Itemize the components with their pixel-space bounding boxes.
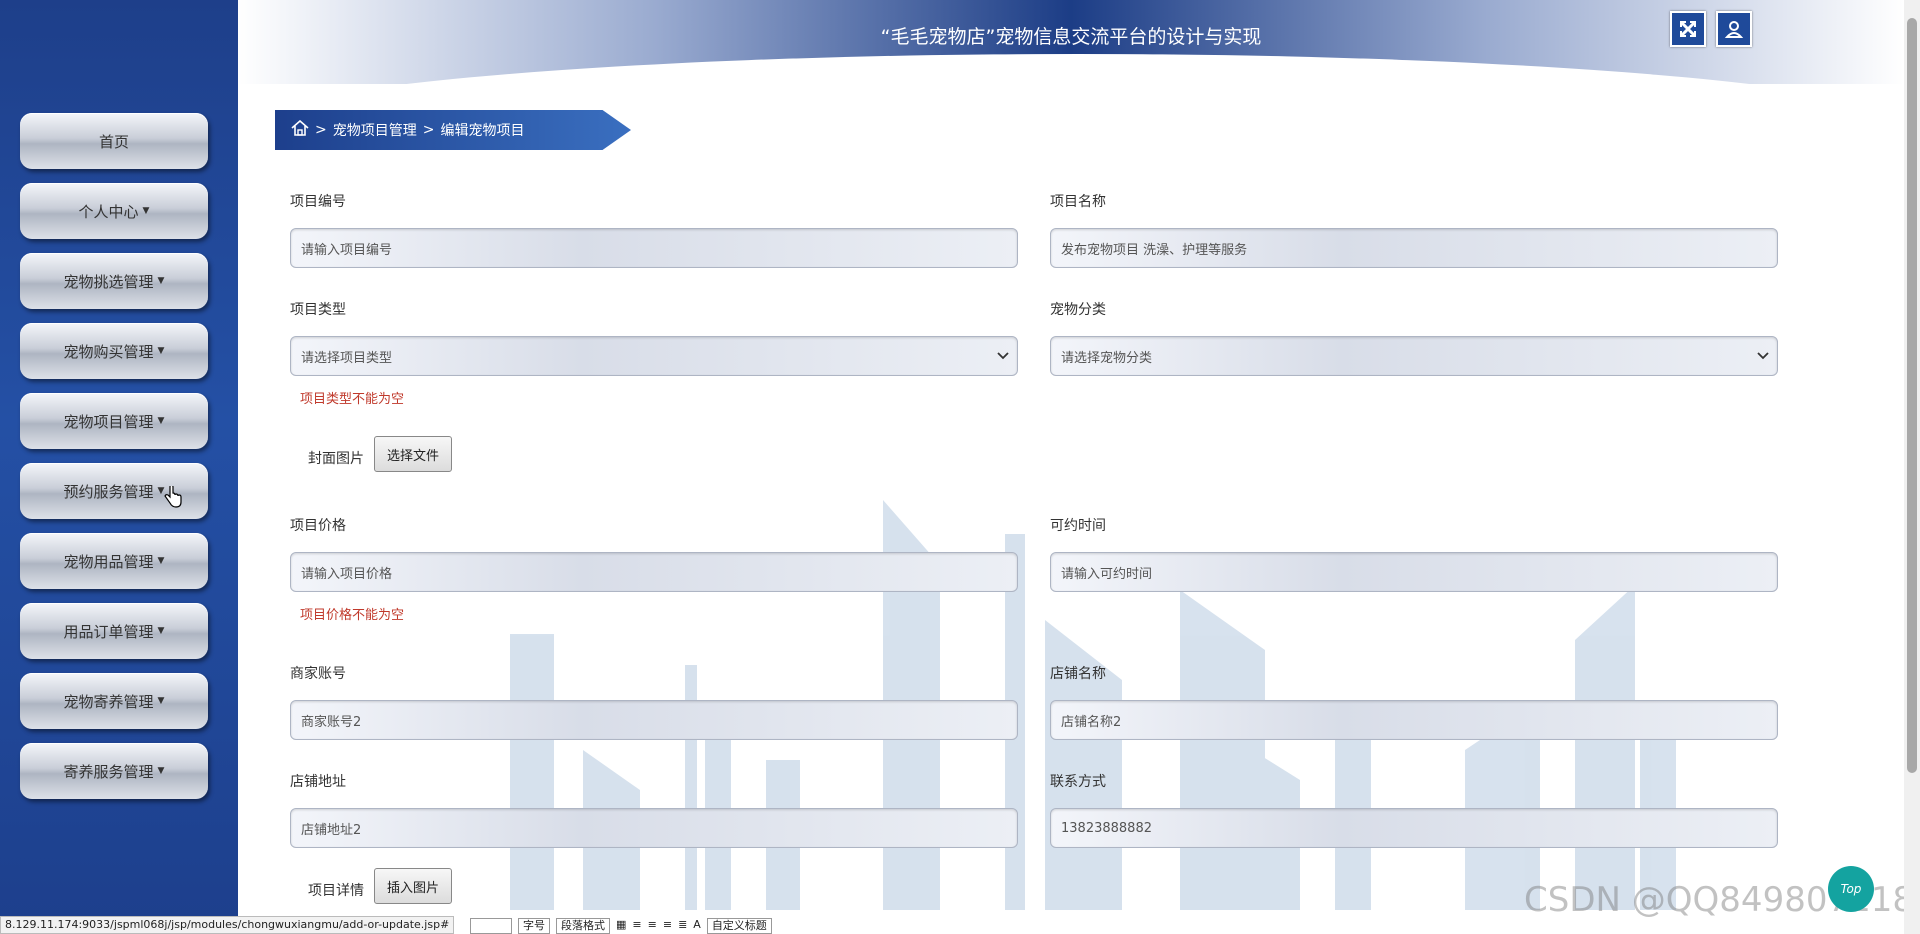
user-icon	[1724, 21, 1744, 38]
sidebar-item-home[interactable]: 首页	[20, 113, 208, 169]
align-justify-icon[interactable]: ≣	[678, 918, 687, 934]
sidebar-item-label: 用品订单管理	[63, 622, 154, 641]
status-bar-url: 8.129.11.174:9033/jspml068j/jsp/modules/…	[0, 916, 455, 934]
chevron-down-icon	[997, 352, 1009, 360]
pet-category-select[interactable]: 请选择宠物分类	[1050, 336, 1778, 376]
sidebar-item-boarding-service[interactable]: 寄养服务管理 ▼	[20, 743, 208, 799]
choose-file-button[interactable]: 选择文件	[374, 436, 453, 472]
page-title: “毛毛宠物店”宠物信息交流平台的设计与实现	[880, 26, 1262, 48]
caret-down-icon: ▼	[157, 276, 165, 286]
fullscreen-button[interactable]	[1670, 11, 1706, 47]
sidebar-item-label: 寄养服务管理	[63, 762, 154, 781]
details-label: 项目详情	[308, 883, 364, 899]
pet-category-label: 宠物分类	[1050, 302, 1106, 318]
paragraph-select[interactable]: 段落格式	[556, 918, 610, 934]
sidebar-item-label: 宠物挑选管理	[63, 272, 154, 291]
sidebar-item-pet-supplies[interactable]: 宠物用品管理 ▼	[20, 533, 208, 589]
sidebar-item-pet-purchase[interactable]: 宠物购买管理 ▼	[20, 323, 208, 379]
project-type-error: 项目类型不能为空	[300, 392, 405, 407]
breadcrumb-separator: >	[422, 122, 435, 138]
contact-label: 联系方式	[1050, 774, 1106, 790]
breadcrumb-separator: >	[315, 122, 327, 138]
sidebar-item-label: 宠物寄养管理	[63, 692, 154, 711]
sidebar-item-pet-selection[interactable]: 宠物挑选管理 ▼	[20, 253, 208, 309]
project-no-input[interactable]: 请输入项目编号	[290, 228, 1018, 268]
insert-image-button[interactable]: 插入图片	[374, 868, 453, 904]
cover-image-label: 封面图片	[308, 451, 364, 467]
breadcrumb-level2: 编辑宠物项目	[440, 123, 525, 139]
contact-value: 13823888882	[1061, 820, 1152, 836]
sidebar: 首页 个人中心 ▼ 宠物挑选管理 ▼ 宠物购买管理 ▼ 宠物项目管理 ▼ 预约服务管理 ▼…	[0, 0, 238, 934]
header: “毛毛宠物店”宠物信息交流平台的设计与实现	[238, 0, 1904, 84]
price-error: 项目价格不能为空	[300, 608, 405, 623]
scrollbar[interactable]	[1904, 0, 1920, 934]
available-time-input[interactable]: 请输入可约时间	[1050, 552, 1778, 592]
align-left-icon[interactable]: ≡	[632, 918, 641, 934]
project-type-label: 项目类型	[290, 302, 346, 318]
align-center-icon[interactable]: ≡	[648, 918, 657, 934]
project-name-value: 发布宠物项目 洗澡、护理等服务	[1061, 242, 1248, 258]
caret-down-icon: ▼	[157, 346, 165, 356]
breadcrumb-level1[interactable]: 宠物项目管理	[333, 120, 417, 140]
user-button[interactable]	[1716, 11, 1752, 47]
chevron-down-icon	[1757, 352, 1769, 360]
shop-address-label: 店铺地址	[290, 774, 346, 790]
editor-toolbar: 字号 段落格式 ▦ ≡ ≡ ≡ ≣ A 自定义标题	[470, 918, 772, 934]
sidebar-item-pet-boarding[interactable]: 宠物寄养管理 ▼	[20, 673, 208, 729]
sidebar-item-label: 宠物用品管理	[63, 552, 154, 571]
font-size-select[interactable]: 字号	[518, 918, 550, 934]
sidebar-item-label: 个人中心	[78, 202, 139, 221]
table-icon[interactable]: ▦	[616, 918, 626, 934]
available-time-label: 可约时间	[1050, 518, 1106, 534]
sidebar-item-personal-center[interactable]: 个人中心 ▼	[20, 183, 208, 239]
merchant-account-label: 商家账号	[290, 666, 346, 682]
breadcrumb: > 宠物项目管理 > 编辑宠物项目	[275, 110, 631, 150]
pet-category-value: 请选择宠物分类	[1061, 350, 1153, 366]
project-name-input[interactable]: 发布宠物项目 洗澡、护理等服务	[1050, 228, 1778, 268]
project-type-value: 请选择项目类型	[301, 350, 393, 366]
project-no-label: 项目编号	[290, 194, 346, 210]
shop-name-label: 店铺名称	[1050, 666, 1106, 682]
sidebar-item-label: 宠物购买管理	[63, 342, 154, 361]
caret-down-icon: ▼	[157, 696, 165, 706]
available-time-placeholder: 请输入可约时间	[1061, 566, 1153, 582]
caret-down-icon: ▼	[157, 416, 165, 426]
sidebar-item-supply-orders[interactable]: 用品订单管理 ▼	[20, 603, 208, 659]
fullscreen-icon	[1679, 20, 1697, 38]
sidebar-item-label: 首页	[98, 132, 129, 151]
price-placeholder: 请输入项目价格	[301, 566, 393, 582]
scrollbar-thumb[interactable]	[1907, 18, 1917, 773]
back-to-top-button[interactable]: Top	[1828, 866, 1874, 912]
sidebar-item-pet-project[interactable]: 宠物项目管理 ▼	[20, 393, 208, 449]
sidebar-item-label: 宠物项目管理	[63, 412, 154, 431]
contact-input[interactable]: 13823888882	[1050, 808, 1778, 848]
shop-address-value: 店铺地址2	[301, 822, 362, 838]
shop-address-input[interactable]: 店铺地址2	[290, 808, 1018, 848]
caret-down-icon: ▼	[157, 626, 165, 636]
project-no-placeholder: 请输入项目编号	[301, 242, 393, 258]
project-name-label: 项目名称	[1050, 194, 1106, 210]
editor-blank-select[interactable]	[470, 918, 512, 934]
price-label: 项目价格	[290, 518, 346, 534]
home-icon[interactable]	[291, 119, 309, 140]
project-type-select[interactable]: 请选择项目类型	[290, 336, 1018, 376]
custom-title-select[interactable]: 自定义标题	[706, 918, 772, 934]
shop-name-input[interactable]: 店铺名称2	[1050, 700, 1778, 740]
sidebar-item-label: 预约服务管理	[63, 482, 154, 501]
caret-down-icon: ▼	[157, 766, 165, 776]
align-right-icon[interactable]: ≡	[663, 918, 672, 934]
caret-down-icon: ▼	[142, 206, 150, 216]
hand-cursor-icon	[164, 486, 182, 508]
font-color-icon[interactable]: A	[693, 918, 701, 934]
shop-name-value: 店铺名称2	[1061, 714, 1122, 730]
caret-down-icon: ▼	[157, 556, 165, 566]
price-input[interactable]: 请输入项目价格	[290, 552, 1018, 592]
merchant-account-input[interactable]: 商家账号2	[290, 700, 1018, 740]
merchant-account-value: 商家账号2	[301, 714, 362, 730]
